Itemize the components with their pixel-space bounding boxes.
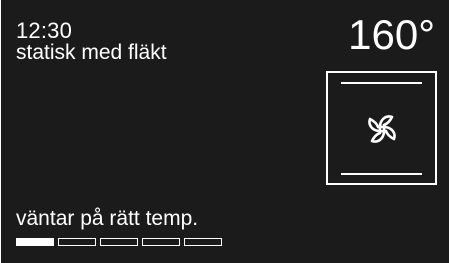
top-heating-element (341, 82, 422, 84)
progress-segment (100, 238, 138, 246)
progress-segment (16, 238, 54, 246)
progress-segment (58, 238, 96, 246)
progress-segment (142, 238, 180, 246)
temperature-setpoint[interactable]: 160° (348, 14, 435, 56)
oven-mode-illustration (326, 71, 437, 185)
bottom-heating-element (341, 173, 422, 175)
progress-segment (184, 238, 222, 246)
program-mode: statisk med fläkt (16, 41, 167, 64)
clock-time: 12:30 (16, 18, 73, 43)
fan-icon (368, 115, 396, 143)
preheat-progress-bar (16, 238, 222, 246)
status-message: väntar på rätt temp. (16, 207, 199, 230)
oven-display: 12:30 statisk med fläkt 160° väntar på r… (1, 0, 449, 263)
